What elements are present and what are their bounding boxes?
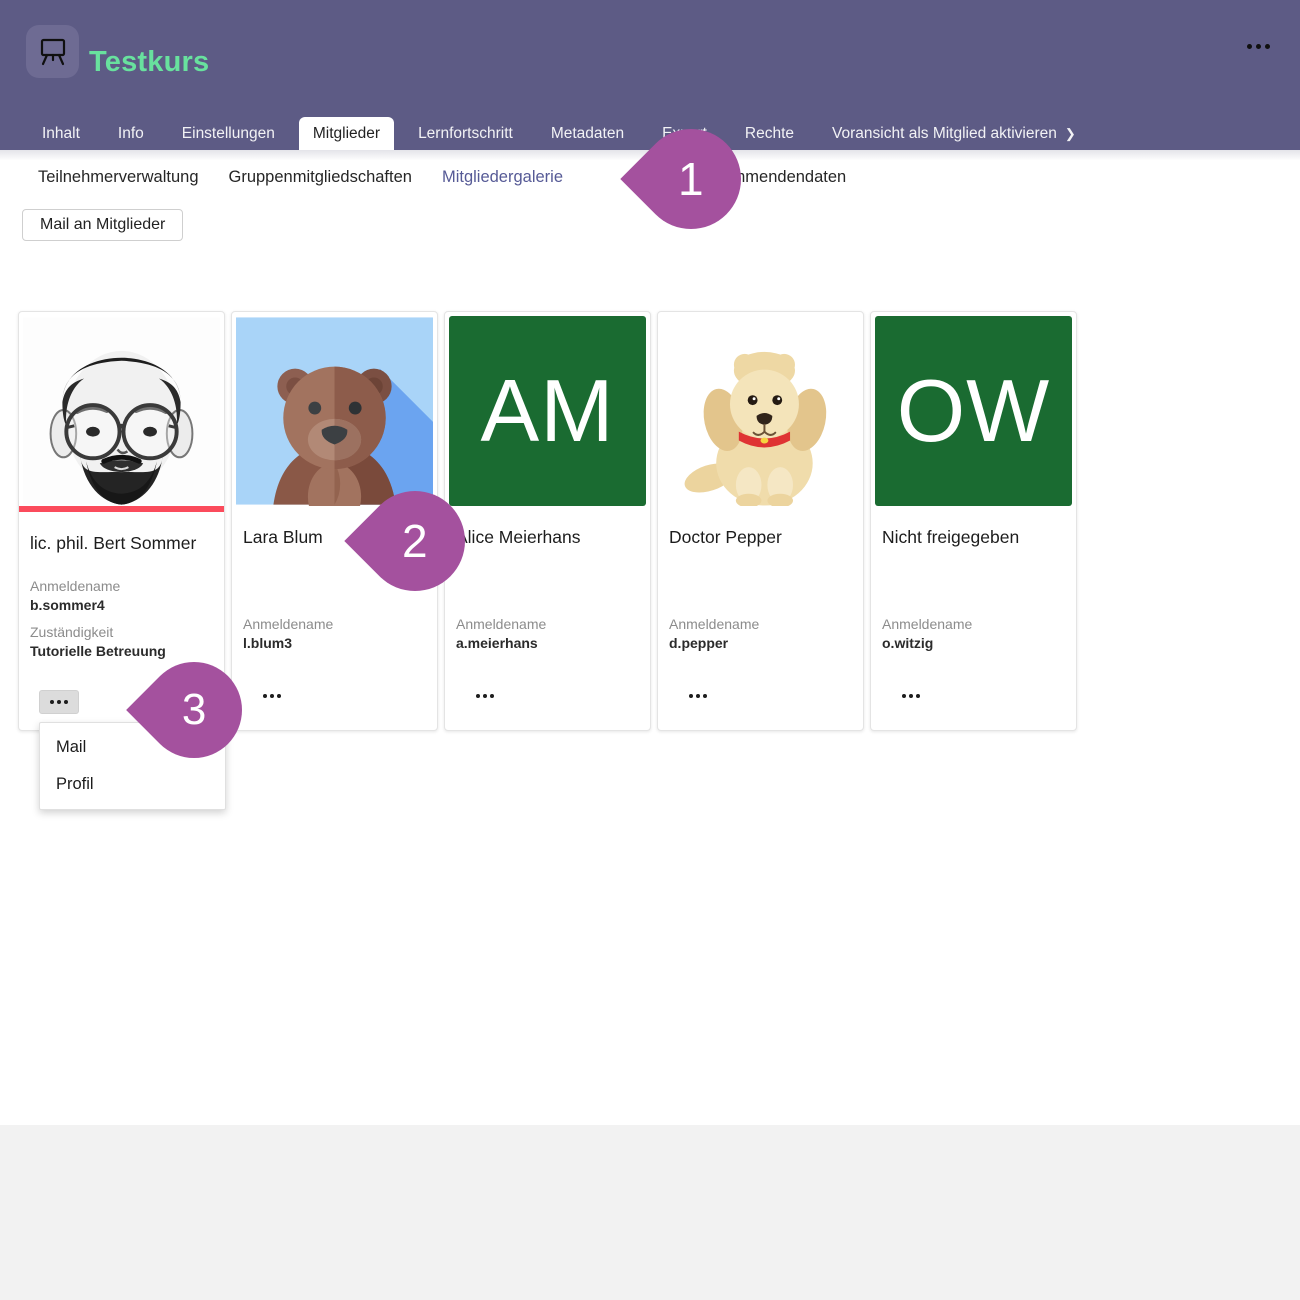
initials-avatar: OW — [875, 316, 1072, 506]
card-body: Alice Meierhans Anmeldename a.meierhans — [445, 527, 650, 653]
field-value: o.witzig — [882, 634, 1065, 653]
chevron-right-icon: ❯ — [1065, 126, 1076, 141]
footer-background — [0, 1125, 1300, 1300]
member-fields: Anmeldename d.pepper — [669, 615, 852, 653]
page-title: Testkurs — [89, 46, 209, 79]
callout-number: 3 — [182, 685, 206, 735]
course-tabbar: Inhalt Info Einstellungen Mitglieder Ler… — [28, 117, 1090, 150]
callout-number: 1 — [678, 152, 704, 206]
field-value: d.pepper — [669, 634, 852, 653]
more-options-icon — [689, 694, 693, 698]
field-label: Anmeldename — [243, 615, 426, 634]
field-label: Anmeldename — [669, 615, 852, 634]
more-options-icon — [50, 700, 54, 704]
member-photo — [23, 316, 220, 506]
tab-voransicht-label: Voransicht als Mitglied aktivieren — [832, 125, 1057, 142]
tab-einstellungen[interactable]: Einstellungen — [168, 117, 289, 150]
mail-an-mitglieder-button[interactable]: Mail an Mitglieder — [22, 209, 183, 241]
card-body: Doctor Pepper Anmeldename d.pepper — [658, 527, 863, 653]
member-fields: Anmeldename l.blum3 — [243, 615, 426, 653]
member-initials: AM — [449, 316, 646, 506]
tab-metadaten[interactable]: Metadaten — [537, 117, 638, 150]
callout-number: 2 — [402, 514, 428, 568]
more-options-button[interactable] — [39, 690, 79, 714]
tab-inhalt[interactable]: Inhalt — [28, 117, 94, 150]
more-options-button[interactable] — [685, 690, 711, 702]
field-label: Anmeldename — [882, 615, 1065, 634]
initials-avatar: AM — [449, 316, 646, 506]
member-name: lic. phil. Bert Sommer — [30, 533, 213, 554]
subnav-gruppenmitgliedschaften[interactable]: Gruppenmitgliedschaften — [229, 168, 412, 187]
course-logo — [26, 25, 79, 78]
field-value: Tutorielle Betreuung — [30, 642, 213, 661]
bear-avatar-image — [236, 316, 433, 506]
field-value: l.blum3 — [243, 634, 426, 653]
subnav-mitgliedergalerie[interactable]: Mitgliedergalerie — [442, 168, 563, 187]
more-options-button[interactable] — [472, 690, 498, 702]
more-options-button[interactable] — [898, 690, 924, 702]
member-fields: Anmeldename b.sommer4 Zuständigkeit Tuto… — [30, 577, 213, 661]
field-label: Zuständigkeit — [30, 623, 213, 642]
more-options-button[interactable] — [259, 690, 285, 702]
member-card-nicht-freigegeben: OW Nicht freigegeben Anmeldename o.witzi… — [870, 311, 1077, 731]
portrait-man-glasses-beard-image — [23, 316, 220, 506]
card-body: Nicht freigegeben Anmeldename o.witzig — [871, 527, 1076, 653]
field-value: b.sommer4 — [30, 596, 213, 615]
field-label: Anmeldename — [456, 615, 639, 634]
tab-mitglieder[interactable]: Mitglieder — [299, 117, 394, 150]
tab-voransicht[interactable]: Voransicht als Mitglied aktivieren ❯ — [818, 117, 1090, 150]
ellipsis-icon[interactable] — [1243, 40, 1274, 53]
presentation-board-icon — [35, 34, 71, 70]
member-name: Doctor Pepper — [669, 527, 852, 548]
member-card-alice-meierhans: AM Alice Meierhans Anmeldename a.meierha… — [444, 311, 651, 731]
member-photo — [662, 316, 859, 506]
course-header: Testkurs Inhalt Info Einstellungen Mitgl… — [0, 0, 1300, 150]
member-card-doctor-pepper: Doctor Pepper Anmeldename d.pepper — [657, 311, 864, 731]
menu-item-profil[interactable]: Profil — [40, 766, 225, 803]
card-body: lic. phil. Bert Sommer Anmeldename b.som… — [19, 533, 224, 661]
subnav-teilnehmerverwaltung[interactable]: Teilnehmerverwaltung — [38, 168, 199, 187]
member-name: Alice Meierhans — [456, 527, 639, 548]
member-fields: Anmeldename o.witzig — [882, 615, 1065, 653]
more-options-icon — [902, 694, 906, 698]
tab-rechte[interactable]: Rechte — [731, 117, 808, 150]
member-photo — [236, 316, 433, 506]
member-fields: Anmeldename a.meierhans — [456, 615, 639, 653]
member-name: Nicht freigegeben — [882, 527, 1065, 548]
poodle-avatar-image — [662, 316, 859, 506]
tab-lernfortschritt[interactable]: Lernfortschritt — [404, 117, 527, 150]
tab-info[interactable]: Info — [104, 117, 158, 150]
field-value: a.meierhans — [456, 634, 639, 653]
more-options-icon — [476, 694, 480, 698]
more-options-icon — [263, 694, 267, 698]
presence-underline — [19, 506, 224, 512]
member-initials: OW — [875, 316, 1072, 506]
field-label: Anmeldename — [30, 577, 213, 596]
